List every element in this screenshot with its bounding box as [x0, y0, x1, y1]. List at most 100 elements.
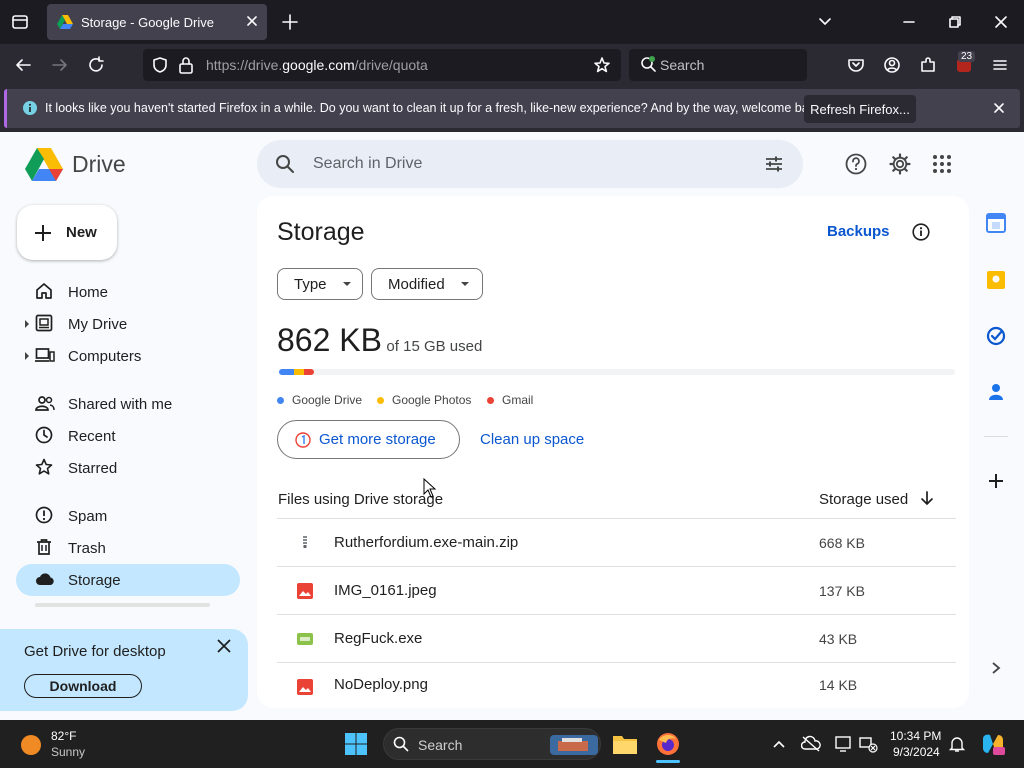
type-filter-label: Type — [294, 275, 327, 293]
display-icon[interactable] — [834, 735, 854, 753]
expand-panel-chevron-icon[interactable] — [989, 660, 1003, 676]
dropdown-arrow-icon — [342, 282, 351, 286]
search-icon[interactable] — [275, 154, 295, 174]
type-filter[interactable]: Type — [277, 268, 363, 300]
forward-arrow-icon[interactable] — [51, 56, 69, 74]
add-addon-plus-icon[interactable] — [986, 471, 1006, 491]
sidebar-item-recent[interactable]: Recent — [16, 420, 240, 452]
download-button[interactable]: Download — [24, 674, 142, 698]
list-tabs-chevron-icon[interactable] — [818, 15, 832, 29]
new-tab-icon[interactable] — [281, 13, 299, 31]
bookmark-star-icon[interactable] — [593, 56, 611, 74]
clean-up-space-link[interactable]: Clean up space — [480, 431, 584, 448]
close-promo-icon[interactable] — [216, 638, 232, 654]
windows-start-icon[interactable] — [344, 732, 368, 756]
settings-gear-icon[interactable] — [889, 153, 911, 175]
extensions-puzzle-icon[interactable] — [919, 56, 937, 74]
app-menu-icon[interactable] — [991, 56, 1009, 74]
taskbar-search-box[interactable]: Search — [383, 728, 601, 760]
legend-dot — [377, 396, 384, 404]
refresh-firefox-button[interactable]: Refresh Firefox... — [804, 95, 916, 123]
taskbar-search-icon — [393, 736, 409, 752]
account-icon[interactable] — [883, 56, 901, 74]
onedrive-offline-icon[interactable] — [801, 735, 821, 753]
clock-time[interactable]: 10:34 PM — [890, 729, 941, 743]
copilot-icon[interactable] — [980, 731, 1006, 757]
browser-search-bar[interactable]: Search — [629, 49, 807, 81]
file-explorer-icon[interactable] — [612, 733, 638, 755]
sort-down-arrow-icon[interactable] — [919, 490, 935, 506]
sidebar-item-computers[interactable]: Computers — [16, 340, 240, 372]
pocket-icon[interactable] — [847, 56, 865, 74]
table-row[interactable]: RegFuck.exe 43 KB — [277, 614, 956, 662]
legend-photos: Google Photos — [377, 393, 471, 407]
close-tab-icon[interactable] — [245, 14, 259, 28]
new-button-label: New — [66, 224, 97, 241]
active-tab[interactable]: Storage - Google Drive — [47, 4, 267, 40]
search-options-icon[interactable] — [764, 154, 784, 174]
minimize-icon[interactable] — [902, 15, 916, 29]
get-more-storage-button[interactable]: Get more storage — [277, 420, 460, 459]
sidebar-item-home[interactable]: Home — [16, 276, 240, 308]
file-size: 668 KB — [819, 534, 865, 551]
expand-caret-icon[interactable] — [25, 320, 29, 328]
modified-filter[interactable]: Modified — [371, 268, 483, 300]
usage-segment-gmail — [304, 369, 315, 375]
file-name: RegFuck.exe — [334, 630, 423, 647]
sidebar-item-shared[interactable]: Shared with me — [16, 388, 240, 420]
weather-temp[interactable]: 82°F — [51, 729, 76, 743]
table-row[interactable]: NoDeploy.png 14 KB — [277, 662, 956, 706]
sun-weather-icon[interactable] — [20, 734, 42, 756]
spam-icon — [35, 506, 53, 524]
expand-caret-icon[interactable] — [25, 352, 29, 360]
keep-icon[interactable] — [986, 270, 1006, 290]
close-notification-icon[interactable] — [992, 101, 1006, 115]
apps-grid-icon[interactable] — [932, 154, 952, 174]
sidebar-label-computers: Computers — [68, 347, 142, 365]
back-arrow-icon[interactable] — [14, 56, 32, 74]
tasks-icon[interactable] — [986, 326, 1006, 346]
reload-icon[interactable] — [87, 56, 105, 74]
legend-label: Gmail — [502, 393, 534, 407]
network-status-icon[interactable] — [858, 735, 878, 753]
table-row[interactable]: Rutherfordium.exe-main.zip 668 KB — [277, 518, 956, 566]
legend-dot — [277, 396, 284, 404]
table-row[interactable]: IMG_0161.jpeg 137 KB — [277, 566, 956, 614]
cloud-icon — [35, 570, 55, 588]
shield-icon[interactable] — [151, 56, 169, 74]
calendar-icon[interactable] — [986, 213, 1006, 233]
notifications-bell-icon[interactable] — [948, 735, 966, 753]
modified-filter-label: Modified — [388, 275, 445, 293]
legend-gmail: Gmail — [487, 393, 533, 407]
backups-link[interactable]: Backups — [827, 223, 890, 240]
sidebar-item-my-drive[interactable]: My Drive — [16, 308, 240, 340]
clock-date[interactable]: 9/3/2024 — [893, 745, 940, 759]
dropdown-arrow-icon — [460, 282, 469, 286]
storage-column-header[interactable]: Storage used — [819, 491, 908, 508]
restore-icon[interactable] — [948, 15, 962, 29]
sidebar-item-storage[interactable]: Storage — [16, 564, 240, 596]
lock-icon[interactable] — [178, 56, 194, 74]
sidebar-label-starred: Starred — [68, 459, 118, 477]
sidebar-item-starred[interactable]: Starred — [16, 452, 240, 484]
close-window-icon[interactable] — [994, 15, 1008, 29]
weather-desc[interactable]: Sunny — [51, 745, 85, 759]
contacts-icon[interactable] — [986, 382, 1006, 402]
help-icon[interactable] — [845, 153, 867, 175]
drive-search-box[interactable]: Search in Drive — [257, 140, 803, 188]
used-amount: 862 KB — [277, 322, 382, 358]
info-circle-icon[interactable] — [912, 223, 930, 241]
sidebar-item-trash[interactable]: Trash — [16, 532, 240, 564]
firefox-taskbar-icon[interactable] — [656, 732, 680, 756]
sidebar-item-spam[interactable]: Spam — [16, 500, 240, 532]
new-button[interactable]: New — [17, 205, 117, 260]
file-name: IMG_0161.jpeg — [334, 582, 437, 599]
file-size: 14 KB — [819, 676, 858, 693]
file-size: 137 KB — [819, 582, 865, 599]
url-bar[interactable]: https://drive.google.com/drive/quota — [143, 49, 621, 81]
drive-logo-text[interactable]: Drive — [72, 151, 126, 178]
info-icon — [22, 100, 38, 116]
drive-logo-icon[interactable] — [25, 147, 63, 181]
show-hidden-icons-chevron-icon[interactable] — [772, 737, 786, 751]
firefox-view-icon[interactable] — [10, 12, 30, 32]
